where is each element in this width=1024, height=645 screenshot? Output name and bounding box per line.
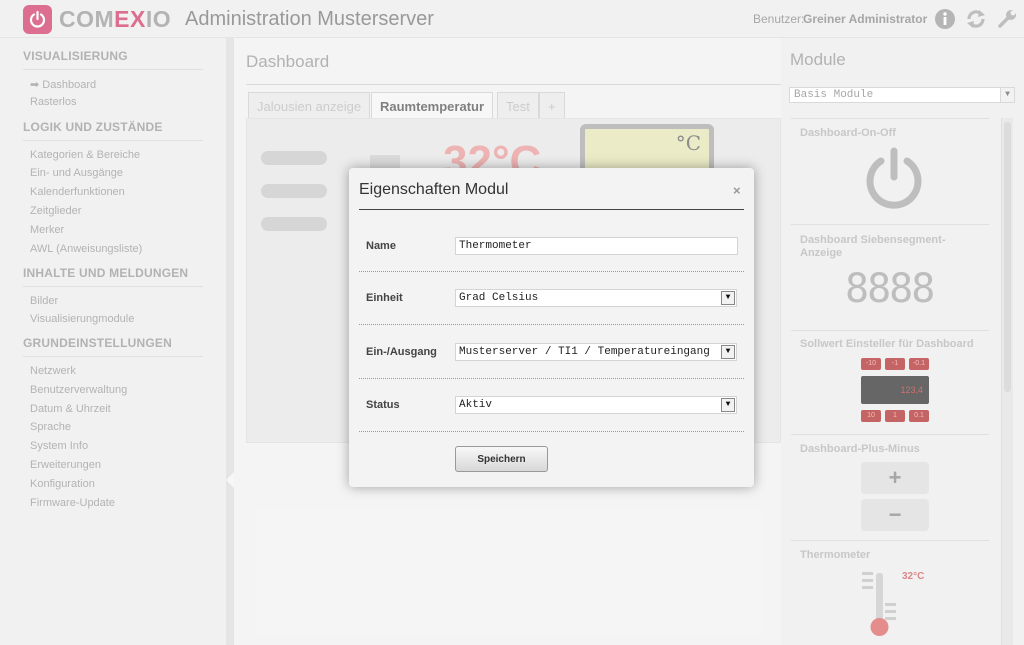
- chevron-down-icon[interactable]: ▼: [721, 291, 735, 305]
- save-button[interactable]: Speichern: [455, 446, 548, 472]
- chevron-down-icon[interactable]: ▼: [721, 398, 735, 412]
- form-divider: [359, 378, 744, 379]
- close-icon[interactable]: ×: [733, 183, 741, 198]
- form-divider: [359, 431, 744, 432]
- io-select[interactable]: Musterserver / TI1 / Temperatureingang ▼: [455, 343, 737, 361]
- status-select[interactable]: Aktiv ▼: [455, 396, 737, 414]
- properties-modal: Eigenschaften Modul × Name Einheit Grad …: [349, 168, 754, 487]
- name-input[interactable]: [455, 237, 738, 255]
- form-divider: [359, 271, 744, 272]
- unit-select[interactable]: Grad Celsius ▼: [455, 289, 737, 307]
- name-label: Name: [366, 240, 396, 252]
- form-divider: [359, 324, 744, 325]
- status-label: Status: [366, 399, 400, 411]
- io-label: Ein-/Ausgang: [366, 346, 437, 358]
- modal-title-divider: [359, 209, 744, 210]
- modal-title: Eigenschaften Modul: [359, 181, 509, 198]
- chevron-down-icon[interactable]: ▼: [721, 345, 735, 359]
- unit-label: Einheit: [366, 292, 403, 304]
